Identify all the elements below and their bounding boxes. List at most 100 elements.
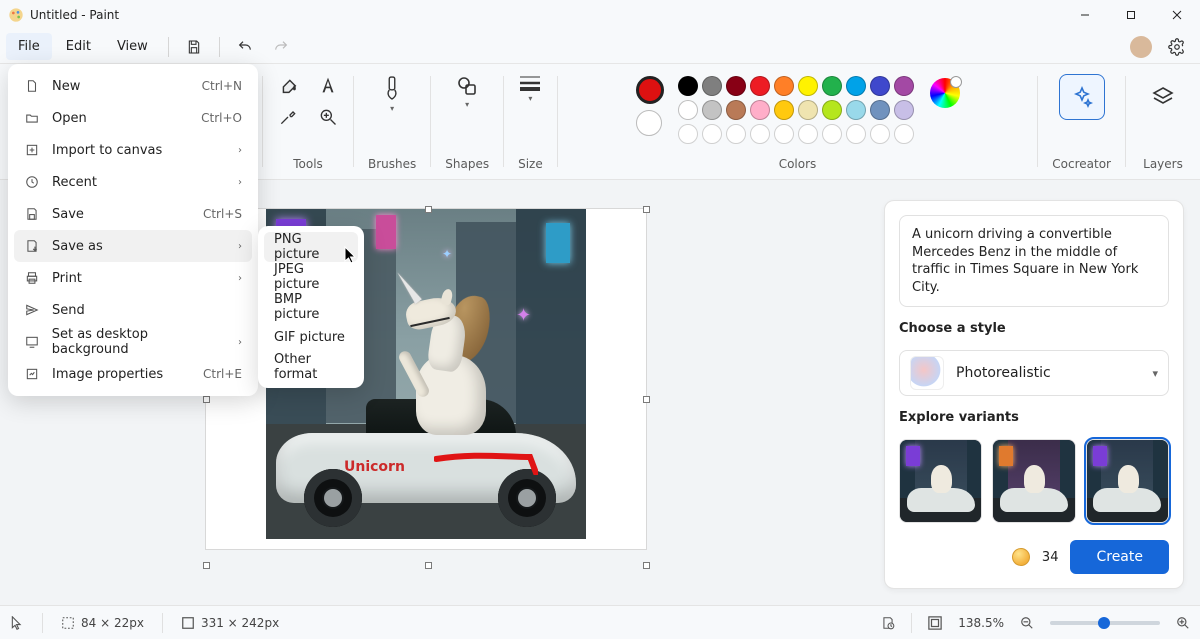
separator [219,37,220,57]
file-menu-send[interactable]: Send [14,294,252,326]
shapes-dropdown[interactable]: ▾ [455,74,479,109]
variant-3[interactable] [1086,439,1169,523]
color-swatch[interactable] [726,100,746,120]
file-menu-new[interactable]: NewCtrl+N [14,70,252,102]
color-swatch[interactable] [774,100,794,120]
primary-color-swatch[interactable] [636,76,664,104]
save-as-gif[interactable]: GIF picture [264,322,358,352]
ribbon-group-layers: Layers [1126,64,1200,179]
color-swatch[interactable] [822,100,842,120]
color-swatch[interactable] [726,124,746,144]
ribbon-group-shapes: ▾ Shapes [431,64,503,179]
settings-button[interactable] [1160,33,1194,61]
file-menu-save[interactable]: SaveCtrl+S [14,198,252,230]
color-swatch[interactable] [894,100,914,120]
canvas-size: 331 × 242px [181,616,279,630]
variant-list [899,439,1169,523]
color-swatch[interactable] [798,100,818,120]
color-swatch[interactable] [894,76,914,96]
save-quick-button[interactable] [177,33,211,61]
text-tool-icon[interactable] [317,74,339,96]
file-menu: NewCtrl+N OpenCtrl+O Import to canvas› R… [8,64,258,396]
create-button[interactable]: Create [1070,540,1169,574]
color-swatch[interactable] [894,124,914,144]
color-swatch[interactable] [870,100,890,120]
secondary-color-swatch[interactable] [636,110,662,136]
color-picker-tool-icon[interactable] [277,106,299,128]
zoom-out-button[interactable] [1020,616,1034,630]
save-as-other[interactable]: Other format [264,352,358,382]
color-swatch[interactable] [678,124,698,144]
color-swatch[interactable] [870,124,890,144]
color-swatch[interactable] [846,100,866,120]
cocreator-button[interactable] [1059,74,1105,120]
style-thumb [910,356,944,390]
status-bar: 84 × 22px 331 × 242px 138.5% [0,605,1200,639]
color-swatch[interactable] [750,100,770,120]
color-swatch[interactable] [750,76,770,96]
menu-file[interactable]: File [6,33,52,60]
menu-bar: File Edit View [0,30,1200,64]
file-menu-print[interactable]: Print› [14,262,252,294]
fit-to-window-button[interactable] [928,616,942,630]
layers-button[interactable] [1140,74,1186,120]
close-button[interactable] [1154,0,1200,30]
window-title: Untitled - Paint [30,8,119,22]
color-swatch[interactable] [774,124,794,144]
color-swatch[interactable] [702,100,722,120]
brush-stroke [434,451,538,475]
color-swatch[interactable] [798,124,818,144]
color-swatch[interactable] [846,124,866,144]
save-as-bmp[interactable]: BMP picture [264,292,358,322]
zoom-level: 138.5% [958,616,1004,630]
file-menu-set-bg[interactable]: Set as desktop background› [14,326,252,358]
color-swatch[interactable] [846,76,866,96]
edit-colors-button[interactable] [930,78,960,108]
paint-app-icon [8,7,24,23]
color-swatch[interactable] [774,76,794,96]
ribbon-label-tools: Tools [293,151,323,171]
credits-count: 34 [1042,550,1059,565]
color-swatch[interactable] [822,76,842,96]
file-menu-save-as[interactable]: Save as› [14,230,252,262]
minimize-button[interactable] [1062,0,1108,30]
save-as-jpeg[interactable]: JPEG picture [264,262,358,292]
style-dropdown[interactable]: Photorealistic ▾ [899,350,1169,396]
color-swatch-row-custom [678,124,914,144]
size-dropdown[interactable]: ▾ [518,74,542,103]
fill-tool-icon[interactable] [277,74,299,96]
color-swatch[interactable] [750,124,770,144]
color-swatch[interactable] [678,76,698,96]
file-menu-properties[interactable]: Image propertiesCtrl+E [14,358,252,390]
menu-view[interactable]: View [105,33,160,60]
zoom-slider[interactable] [1050,621,1160,625]
file-menu-import[interactable]: Import to canvas› [14,134,252,166]
credits-icon [1012,548,1030,566]
ribbon-label-brushes: Brushes [368,151,416,171]
magnifier-tool-icon[interactable] [317,106,339,128]
autosave-indicator[interactable] [881,616,895,630]
color-swatch[interactable] [870,76,890,96]
cocreator-prompt-input[interactable]: A unicorn driving a convertible Mercedes… [899,215,1169,307]
user-avatar[interactable] [1130,36,1152,58]
cursor-tool-indicator [10,616,24,630]
file-menu-open[interactable]: OpenCtrl+O [14,102,252,134]
brushes-dropdown[interactable]: ▾ [381,74,403,113]
color-swatch[interactable] [726,76,746,96]
zoom-in-button[interactable] [1176,616,1190,630]
maximize-button[interactable] [1108,0,1154,30]
ribbon-label-shapes: Shapes [445,151,489,171]
variant-1[interactable] [899,439,982,523]
color-swatch[interactable] [702,124,722,144]
chevron-down-icon: ▾ [1152,367,1158,380]
color-swatch[interactable] [822,124,842,144]
color-swatch[interactable] [702,76,722,96]
undo-button[interactable] [228,33,262,61]
color-swatch[interactable] [678,100,698,120]
canvas-overlay-text: Unicorn [344,459,405,475]
color-swatch[interactable] [798,76,818,96]
redo-button[interactable] [264,33,298,61]
menu-edit[interactable]: Edit [54,33,103,60]
variant-2[interactable] [992,439,1075,523]
file-menu-recent[interactable]: Recent› [14,166,252,198]
